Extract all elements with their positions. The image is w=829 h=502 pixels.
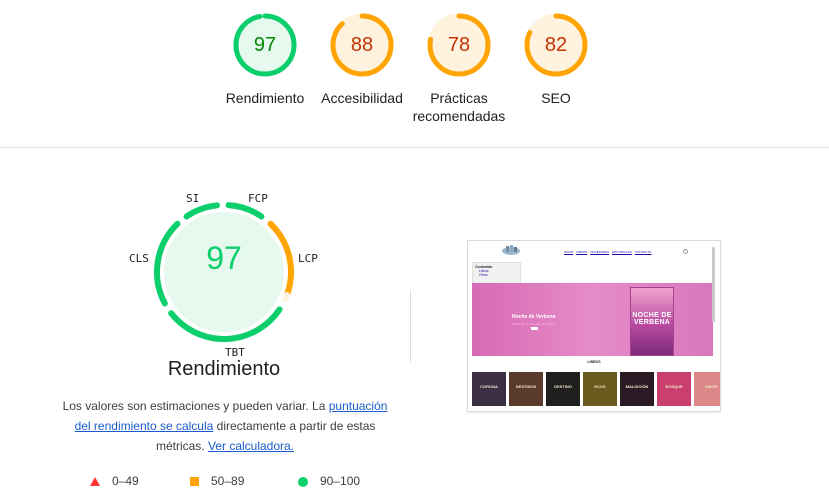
gauge-label-seo: SEO xyxy=(541,90,571,106)
nav-link: INICIO xyxy=(564,250,574,254)
screenshot-scrollbar xyxy=(712,247,715,322)
book-cover-title: DESTINO xyxy=(554,384,572,389)
book-cover: AMOR xyxy=(694,372,720,406)
description-text-1: Los valores son estimaciones y pueden va… xyxy=(62,399,329,413)
vertical-divider xyxy=(410,290,411,362)
gauge-score: 78 xyxy=(447,34,471,56)
legend-pass: 90–100 xyxy=(298,473,360,489)
book-cover: DESTINOS xyxy=(509,372,543,406)
book-cover-title: NOCHE DE VERBENA xyxy=(632,312,672,326)
detail-title: Rendimiento xyxy=(167,358,281,380)
section-title: LIBROS xyxy=(587,360,601,364)
book-cover: BOSQUE xyxy=(657,372,691,406)
book-cover-title: DESTINOS xyxy=(515,384,537,389)
site-logo-icon xyxy=(502,245,520,255)
hero-subtitle: Adéntrate en una nueva historia xyxy=(512,322,555,326)
gauge-score: 82 xyxy=(544,34,568,56)
legend-fail-range: 0–49 xyxy=(112,474,139,488)
gauge-performance[interactable]: 97 xyxy=(232,12,298,78)
book-cover: ECOS xyxy=(583,372,617,406)
gauge-score: 97 xyxy=(253,34,277,56)
detail-description: Los valores son estimaciones y pueden va… xyxy=(58,396,392,456)
triangle-icon xyxy=(90,477,100,487)
book-cover: CORONA xyxy=(472,372,506,406)
nav-link: LIBROS xyxy=(576,250,588,254)
hero-book-cover: NOCHE DE VERBENA xyxy=(630,287,674,356)
detail-score: 97 xyxy=(206,240,242,276)
book-cover-title: AMOR xyxy=(704,384,718,389)
gauge-label-performance: Rendimiento xyxy=(225,90,305,106)
legend-average-range: 50–89 xyxy=(211,474,245,488)
nav-link: NOVEDADES xyxy=(590,250,610,254)
nav-link: CONTACTO xyxy=(634,250,652,254)
square-icon xyxy=(190,477,199,487)
final-screenshot[interactable]: INICIO LIBROS NOVEDADES EDITORIALES CONTACTO… xyxy=(467,240,721,412)
screenshot-hero: Noche de Verbena Adéntrate en una nueva … xyxy=(472,283,713,356)
search-icon xyxy=(683,249,688,254)
metric-arc-lcp-rest xyxy=(282,291,290,303)
legend-pass-range: 90–100 xyxy=(320,474,361,488)
gauge-score: 88 xyxy=(350,34,374,56)
book-cover-title: MALDICIÓN xyxy=(625,384,649,389)
metric-cls-label[interactable]: CLS xyxy=(129,252,149,265)
legend-average: 50–89 xyxy=(190,473,244,489)
header-divider xyxy=(0,147,829,148)
gauge-label-best-practices: Prácticas recomendadas xyxy=(412,90,506,124)
circle-icon xyxy=(298,476,308,487)
legend-fail: 0–49 xyxy=(90,473,139,489)
screenshot-nav: INICIO LIBROS NOVEDADES EDITORIALES CONTACTO xyxy=(564,250,654,254)
gauge-accessibility[interactable]: 88 xyxy=(329,12,395,78)
metric-si-label[interactable]: SI xyxy=(186,192,199,205)
gauge-label-accessibility: Accesibilidad xyxy=(321,90,403,106)
metric-lcp-label[interactable]: LCP xyxy=(298,252,318,265)
hero-title: Noche de Verbena xyxy=(512,314,556,320)
hero-button xyxy=(531,327,538,330)
book-cover-title: ECOS xyxy=(594,384,606,389)
metric-fcp-label[interactable]: FCP xyxy=(248,192,268,205)
sidebar-item: Otros xyxy=(479,273,488,277)
book-cover: MALDICIÓN xyxy=(620,372,654,406)
book-cover: DESTINO xyxy=(546,372,580,406)
book-cover-title: BOSQUE xyxy=(665,384,683,389)
gauge-best-practices[interactable]: 78 xyxy=(426,12,492,78)
gauge-seo[interactable]: 82 xyxy=(523,12,589,78)
book-cover-title: CORONA xyxy=(480,384,498,389)
calculator-link[interactable]: Ver calculadora. xyxy=(208,439,294,453)
nav-link: EDITORIALES xyxy=(612,250,632,254)
